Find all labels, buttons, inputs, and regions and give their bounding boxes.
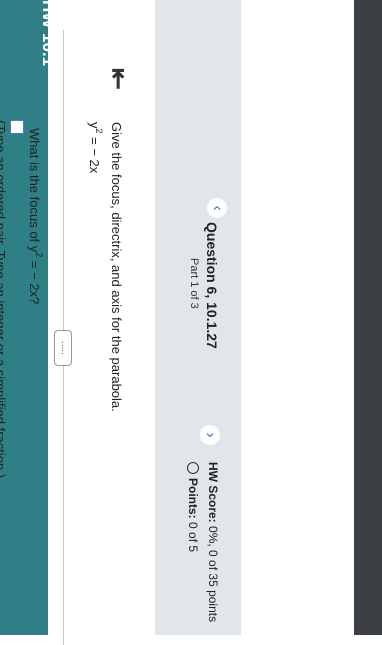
more-icon[interactable]: ..... [54,330,72,366]
points-circle-icon [187,462,199,474]
points-label: Points: [186,478,200,519]
focus-question: What is the focus of y2 = − 2x? [27,128,44,305]
question-part: Part 1 of 3 [188,258,200,309]
points-value: 0 of 5 [186,522,200,553]
rotated-page: HW 10.1 ‹ Question 6, 10.1.27 Part 1 of … [0,0,382,645]
answer-input[interactable] [10,120,24,134]
focus-question-pre: What is the focus of y [27,128,42,253]
focus-question-post: = − 2x? [27,257,42,305]
parabola-equation: y2 = − 2x [87,122,104,174]
chevron-right-icon[interactable]: › [200,425,220,445]
equation-right: = − 2x [87,133,102,174]
back-arrow-icon[interactable]: ⇤ [103,68,134,90]
chevron-left-icon[interactable]: ‹ [207,198,227,218]
equation-left: y [87,122,102,129]
hw-score-value: 0%, 0 of 35 points [206,526,220,623]
focus-question-exponent: 2 [34,252,44,258]
question-title: Question 6, 10.1.27 [204,222,220,349]
hw-score: HW Score: 0%, 0 of 35 points [206,462,220,622]
assignment-title: HW 10.1 [39,0,58,67]
points: Points: 0 of 5 [186,462,200,552]
hw-score-label: HW Score: [206,462,220,523]
answer-instruction: (Type an ordered pair. Type an integer o… [0,120,8,479]
equation-exponent: 2 [94,128,104,134]
question-prompt: Give the focus, directrix, and axis for … [109,122,124,412]
